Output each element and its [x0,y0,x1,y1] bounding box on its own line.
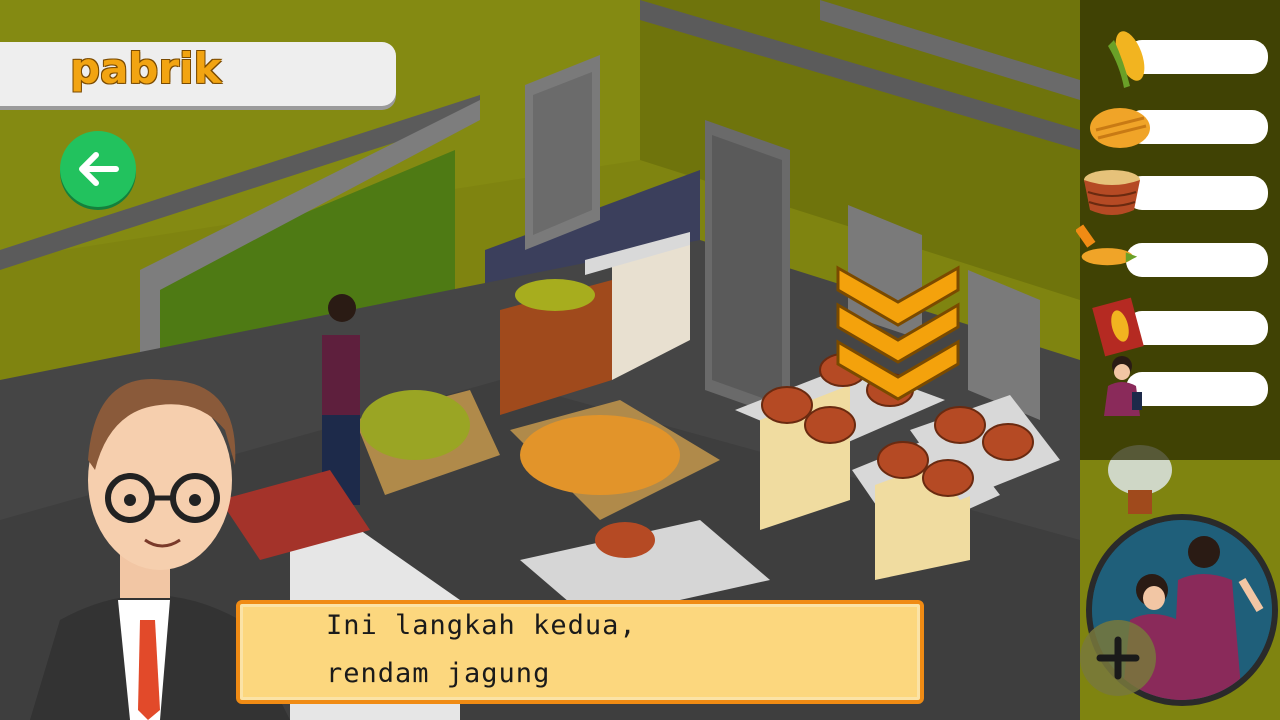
inventory-slot-cut-corn [1126,243,1268,277]
dialog-line-1: Ini langkah kedua, [326,610,637,641]
corn-cob-icon [1108,31,1145,88]
back-button[interactable] [60,131,136,207]
inventory-slot-soaking-basket [1126,176,1268,210]
plus-icon [1096,636,1140,680]
worker-icon [1104,356,1142,416]
corn-snack-pack-icon [1092,297,1144,357]
arrow-left-icon [79,152,119,186]
dialog-line-2: rendam jagung [326,658,551,689]
corn-kernels-icon [1090,108,1150,148]
dialog-box[interactable]: Ini langkah kedua, rendam jagung [236,600,924,704]
add-button[interactable] [1080,620,1156,696]
cut-corn-icon [1076,224,1138,266]
location-title: pabrik [70,44,222,93]
